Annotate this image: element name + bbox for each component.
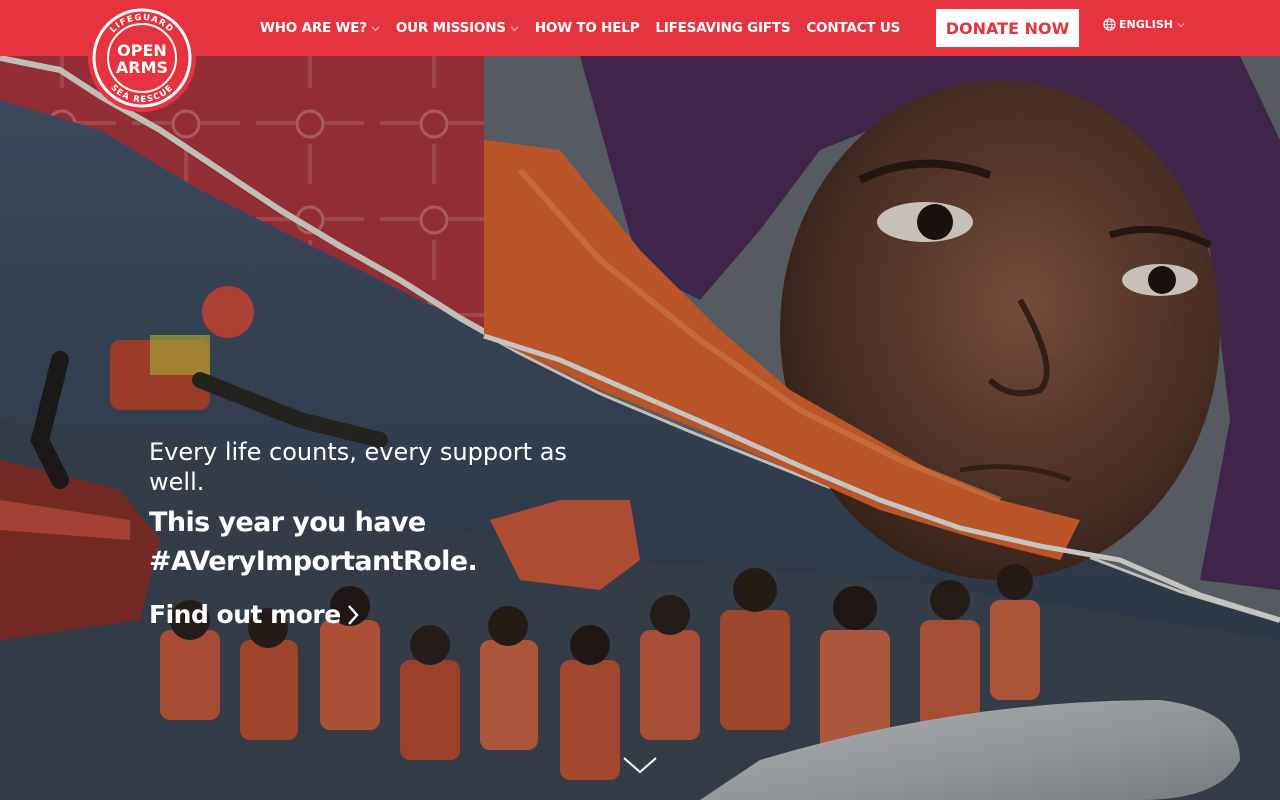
hero-headline-line-2: #AVeryImportantRole.	[149, 546, 478, 577]
find-out-more-link[interactable]: Find out more	[149, 600, 359, 629]
language-label: ENGLISH	[1119, 18, 1173, 31]
open-arms-logo[interactable]: LIFEGUARD SEA RESCUE OPEN ARMS	[86, 2, 198, 114]
hero-section	[0, 0, 1280, 800]
main-navigation: WHO ARE WE? OUR MISSIONS HOW TO HELP LIF…	[260, 0, 916, 56]
nav-item-our-missions[interactable]: OUR MISSIONS	[396, 20, 519, 36]
chevron-right-icon	[347, 604, 359, 625]
hero-headline-line-1: This year you have	[149, 507, 426, 538]
logo-text-arms: ARMS	[116, 58, 168, 77]
nav-item-lifesaving-gifts[interactable]: LIFESAVING GIFTS	[655, 20, 790, 36]
nav-item-who-are-we[interactable]: WHO ARE WE?	[260, 20, 380, 36]
donate-now-button[interactable]: DONATE NOW	[936, 9, 1079, 47]
nav-item-label: HOW TO HELP	[534, 20, 640, 36]
hero-headline: This year you have #AVeryImportantRole.	[149, 503, 619, 581]
nav-item-label: WHO ARE WE?	[260, 20, 367, 36]
language-selector[interactable]: ENGLISH	[1103, 18, 1185, 31]
hero-message: Every life counts, every support as well…	[149, 437, 619, 629]
hero-tagline: Every life counts, every support as well…	[149, 438, 567, 496]
nav-item-label: OUR MISSIONS	[395, 20, 506, 36]
hero-background-collage	[0, 0, 1280, 800]
nav-item-contact-us[interactable]: CONTACT US	[806, 20, 900, 36]
nav-item-label: CONTACT US	[806, 20, 901, 36]
chevron-down-icon	[1177, 22, 1185, 27]
scroll-down-chevron-icon[interactable]	[622, 755, 658, 775]
nav-item-label: LIFESAVING GIFTS	[655, 20, 791, 36]
find-out-more-label: Find out more	[149, 600, 341, 629]
globe-icon	[1103, 18, 1116, 31]
nav-item-how-to-help[interactable]: HOW TO HELP	[535, 20, 640, 36]
chevron-down-icon	[510, 25, 519, 31]
chevron-down-icon	[371, 25, 380, 31]
